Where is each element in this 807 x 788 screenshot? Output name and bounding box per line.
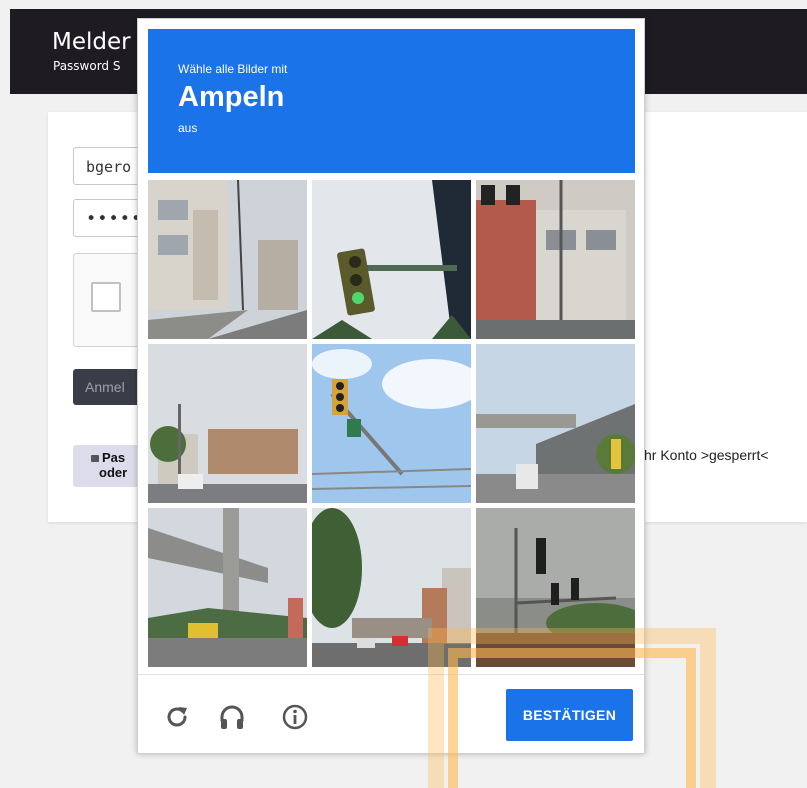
help-line-1: Pas	[102, 450, 126, 465]
account-locked-text: hr Konto >gesperrt<	[644, 447, 769, 463]
captcha-prompt-small: Wähle alle Bilder mit	[178, 62, 288, 76]
captcha-image-grid	[148, 180, 635, 667]
captcha-tile-5[interactable]	[312, 344, 471, 503]
captcha-tile-2[interactable]	[312, 180, 471, 339]
page-subtitle: Password S	[53, 59, 121, 73]
page-title: Melder	[52, 29, 131, 55]
captcha-header: Wähle alle Bilder mit Ampeln aus	[148, 29, 635, 173]
captcha-prompt-target: Ampeln	[178, 81, 285, 113]
captcha-tile-3[interactable]	[476, 180, 635, 339]
captcha-tile-1[interactable]	[148, 180, 307, 339]
captcha-tile-6[interactable]	[476, 344, 635, 503]
recaptcha-checkbox[interactable]	[91, 282, 121, 312]
headphones-icon[interactable]	[218, 703, 246, 731]
captcha-tile-7[interactable]	[148, 508, 307, 667]
captcha-tile-4[interactable]	[148, 344, 307, 503]
unlock-icon	[91, 455, 99, 462]
info-icon[interactable]	[281, 703, 309, 731]
focus-highlight-inner	[448, 648, 696, 788]
captcha-prompt-suffix: aus	[178, 121, 198, 135]
reload-icon[interactable]	[163, 703, 191, 731]
